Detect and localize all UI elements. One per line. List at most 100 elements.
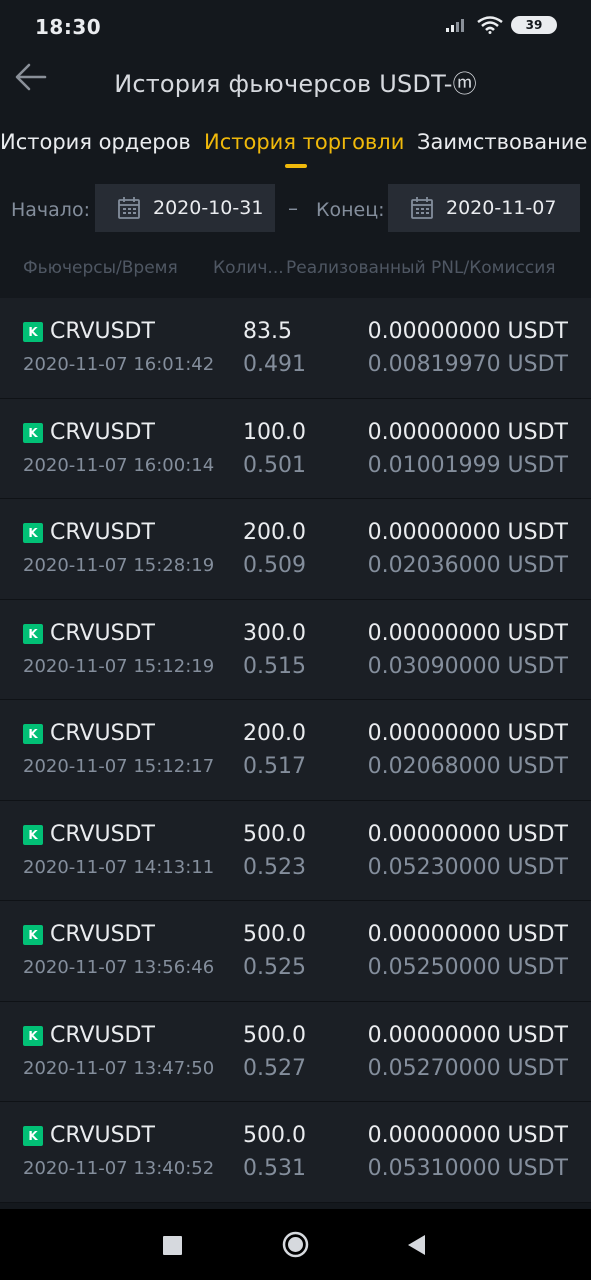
trade-fee: 0.05310000 USDT <box>367 1156 568 1181</box>
column-header-futures-time: Фьючерсы/Время <box>23 258 178 278</box>
tab-borrowing[interactable]: Заимствование <box>417 130 587 154</box>
trade-row[interactable]: K CRVUSDT 2020-11-07 13:56:46 500.0 0.52… <box>0 901 591 1002</box>
trade-realized-pnl: 0.00000000 USDT <box>367 520 568 545</box>
tab-trade-history[interactable]: История торговли <box>204 130 404 154</box>
calendar-icon <box>118 197 140 219</box>
contract-badge-icon: K <box>23 724 43 744</box>
contract-badge-icon: K <box>23 1025 43 1046</box>
trade-row[interactable]: K CRVUSDT 2020-11-07 16:00:14 100.0 0.50… <box>0 398 591 499</box>
trade-fee: 0.03090000 USDT <box>367 653 568 679</box>
trade-symbol: CRVUSDT <box>50 419 155 445</box>
trade-symbol: CRVUSDT <box>50 1022 155 1048</box>
calendar-icon <box>411 197 433 219</box>
trade-quantity: 500.0 <box>243 1123 306 1148</box>
trade-symbol: CRVUSDT <box>50 721 155 746</box>
contract-badge-icon: K <box>23 623 43 644</box>
trade-time: 2020-11-07 13:56:46 <box>23 957 215 978</box>
trade-row[interactable]: K CRVUSDT 2020-11-07 13:40:52 500.0 0.53… <box>0 1102 591 1203</box>
trade-time: 2020-11-07 15:12:19 <box>23 655 215 677</box>
contract-badge-icon: K <box>23 523 43 543</box>
trade-quantity: 500.0 <box>243 821 306 847</box>
trade-row[interactable]: K CRVUSDT 2020-11-07 15:28:19 200.0 0.50… <box>0 499 591 600</box>
start-date-picker[interactable]: 2020-10-31 <box>95 184 275 232</box>
battery-level: 39 <box>525 18 543 32</box>
trade-time: 2020-11-07 15:12:17 <box>23 756 215 777</box>
trade-fee: 0.01001999 USDT <box>367 452 568 478</box>
status-bar: 18:30 39 <box>0 0 591 54</box>
page-title: История фьючерсов USDT-ⓜ <box>114 70 477 98</box>
trade-quantity: 500.0 <box>243 1022 306 1048</box>
contract-badge-icon: K <box>23 422 43 443</box>
wifi-icon <box>477 16 503 34</box>
trade-symbol: CRVUSDT <box>50 821 155 847</box>
trade-symbol: CRVUSDT <box>50 922 155 947</box>
trade-realized-pnl: 0.00000000 USDT <box>367 721 568 746</box>
trade-quantity: 100.0 <box>243 419 306 445</box>
trade-realized-pnl: 0.00000000 USDT <box>367 319 568 344</box>
trade-time: 2020-11-07 16:00:14 <box>23 454 215 476</box>
header: История фьючерсов USDT-ⓜ <box>0 54 591 108</box>
trade-row[interactable]: K CRVUSDT 2020-11-07 14:13:11 500.0 0.52… <box>0 800 591 901</box>
trade-row[interactable]: K CRVUSDT 2020-11-07 16:01:42 83.5 0.491… <box>0 298 591 399</box>
trade-fee: 0.05270000 USDT <box>367 1055 568 1081</box>
trade-fee: 0.02068000 USDT <box>367 754 568 779</box>
trade-quantity: 83.5 <box>243 319 292 344</box>
contract-badge-icon: K <box>23 824 43 845</box>
trade-time: 2020-11-07 13:40:52 <box>23 1158 215 1179</box>
trade-symbol: CRVUSDT <box>50 520 155 545</box>
trade-time: 2020-11-07 14:13:11 <box>23 856 215 878</box>
end-date-value: 2020-11-07 <box>446 197 557 219</box>
column-headers: Фьючерсы/Время Колич... Реализованный PN… <box>0 250 591 290</box>
trade-row[interactable]: K CRVUSDT 2020-11-07 13:47:50 500.0 0.52… <box>0 1001 591 1102</box>
trade-symbol: CRVUSDT <box>50 1123 155 1148</box>
trade-quantity: 200.0 <box>243 520 306 545</box>
system-nav-bar <box>0 1209 591 1280</box>
trade-time: 2020-11-07 16:01:42 <box>23 354 215 375</box>
status-time: 18:30 <box>35 15 102 39</box>
tab-order-history[interactable]: История ордеров <box>0 130 191 154</box>
trade-realized-pnl: 0.00000000 USDT <box>367 922 568 947</box>
trade-quantity: 200.0 <box>243 721 306 746</box>
column-header-quantity: Колич... <box>213 258 284 278</box>
trade-symbol: CRVUSDT <box>50 620 155 646</box>
trade-fee: 0.00819970 USDT <box>367 352 568 377</box>
trade-price: 0.501 <box>243 452 306 478</box>
tab-bar: История ордеров История торговли Заимств… <box>0 122 591 178</box>
trade-price: 0.525 <box>243 955 306 980</box>
end-label: Конец: <box>316 199 385 221</box>
end-date-picker[interactable]: 2020-11-07 <box>388 184 580 232</box>
trade-price: 0.527 <box>243 1055 306 1081</box>
signal-icon <box>446 19 464 32</box>
trade-price: 0.517 <box>243 754 306 779</box>
home-circle-icon[interactable] <box>282 1231 309 1258</box>
trade-price: 0.515 <box>243 653 306 679</box>
trade-realized-pnl: 0.00000000 USDT <box>367 1022 568 1048</box>
trade-realized-pnl: 0.00000000 USDT <box>367 620 568 646</box>
trade-realized-pnl: 0.00000000 USDT <box>367 419 568 445</box>
start-date-value: 2020-10-31 <box>153 197 264 219</box>
trade-price: 0.491 <box>243 352 306 377</box>
contract-badge-icon: K <box>23 1126 43 1146</box>
active-tab-indicator <box>285 164 307 168</box>
trade-price: 0.531 <box>243 1156 306 1181</box>
trade-realized-pnl: 0.00000000 USDT <box>367 821 568 847</box>
trade-time: 2020-11-07 13:47:50 <box>23 1057 215 1079</box>
start-label: Начало: <box>11 199 90 221</box>
trade-row[interactable]: K CRVUSDT 2020-11-07 15:12:19 300.0 0.51… <box>0 599 591 700</box>
trade-fee: 0.02036000 USDT <box>367 553 568 578</box>
recents-square-icon[interactable] <box>163 1236 182 1255</box>
back-triangle-icon[interactable] <box>406 1234 426 1256</box>
status-icons: 39 <box>445 16 557 34</box>
trade-quantity: 300.0 <box>243 620 306 646</box>
date-separator: – <box>288 196 298 220</box>
trade-price: 0.509 <box>243 553 306 578</box>
trade-symbol: CRVUSDT <box>50 319 155 344</box>
trade-list: K CRVUSDT 2020-11-07 16:01:42 83.5 0.491… <box>0 298 591 1203</box>
trade-time: 2020-11-07 15:28:19 <box>23 555 215 576</box>
column-header-pnl-fee: Реализованный PNL/Комиссия <box>286 258 556 278</box>
trade-quantity: 500.0 <box>243 922 306 947</box>
trade-row[interactable]: K CRVUSDT 2020-11-07 15:12:17 200.0 0.51… <box>0 700 591 801</box>
trade-realized-pnl: 0.00000000 USDT <box>367 1123 568 1148</box>
contract-badge-icon: K <box>23 322 43 342</box>
date-filter: Начало: 2020-10-31 – Конец: 2020-11-07 <box>0 172 591 244</box>
